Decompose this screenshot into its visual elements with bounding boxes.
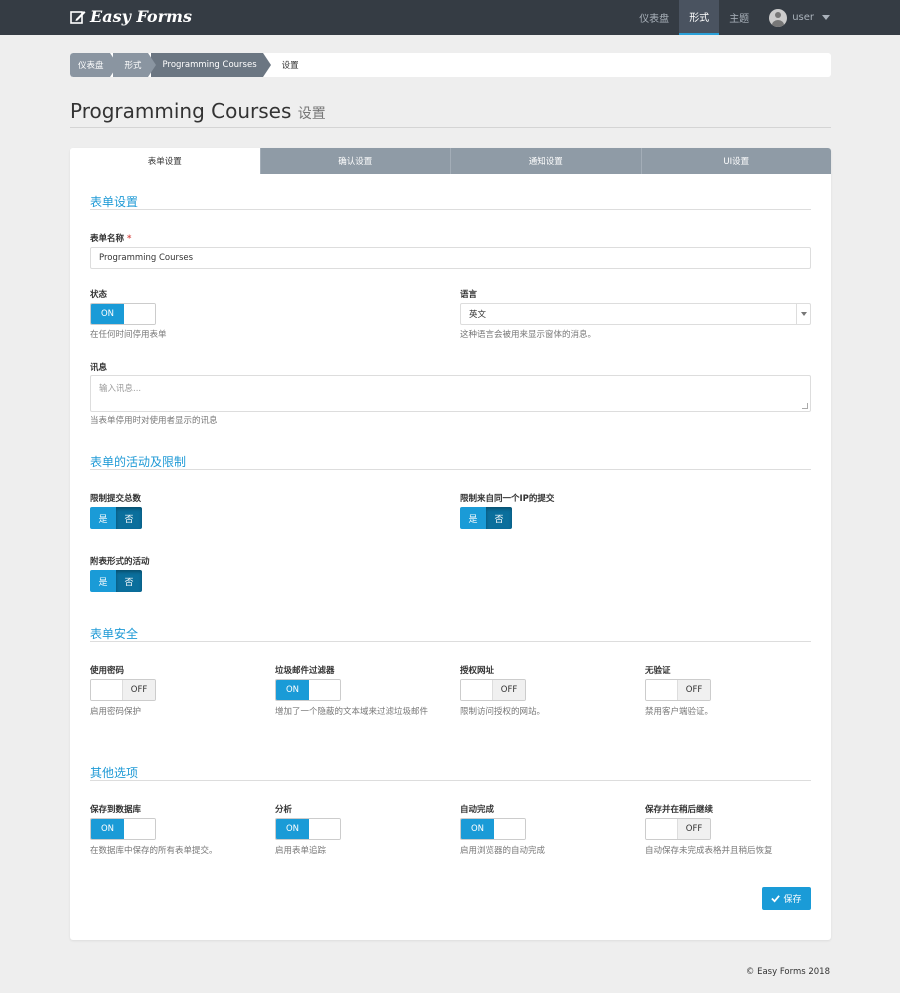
top-navbar: Easy Forms 仪表盘 形式 主题 user xyxy=(0,0,900,35)
caret-down-icon xyxy=(822,15,830,20)
limit-total-label: 限制提交总数 xyxy=(90,494,142,504)
switch-off-label: OFF xyxy=(677,819,710,839)
password-label: 使用密码 xyxy=(90,666,125,676)
brand-name: Easy Forms xyxy=(90,7,192,26)
no-button[interactable]: 否 xyxy=(486,507,512,529)
language-value: 英文 xyxy=(469,310,487,320)
message-label: 讯息 xyxy=(90,363,108,373)
switch-off-label: OFF xyxy=(677,680,710,700)
schedule-label: 附表形式的活动 xyxy=(90,557,150,567)
no-button[interactable]: 否 xyxy=(116,507,142,529)
limit-ip-label: 限制来自同一个IP的提交 xyxy=(460,494,555,504)
limit-ip-toggle: 是 否 xyxy=(460,507,512,529)
breadcrumb-dashboard[interactable]: 仪表盘 xyxy=(70,53,117,77)
tab-form-settings[interactable]: 表单设置 xyxy=(70,148,260,174)
tab-notification-settings[interactable]: 通知设置 xyxy=(450,148,641,174)
footer-copyright: © Easy Forms 2018 xyxy=(745,967,830,977)
section-form-settings: 表单设置 xyxy=(90,195,139,209)
breadcrumb: 仪表盘 形式 Programming Courses 设置 xyxy=(70,53,831,77)
spam-filter-label: 垃圾邮件过滤器 xyxy=(275,666,335,676)
section-activity: 表单的活动及限制 xyxy=(90,455,187,469)
section-other-options: 其他选项 xyxy=(90,766,139,780)
section-divider xyxy=(90,469,811,470)
breadcrumb-forms[interactable]: 形式 xyxy=(112,53,156,77)
nav-themes[interactable]: 主题 xyxy=(719,0,759,35)
switch-on-label: ON xyxy=(91,304,124,324)
user-menu[interactable]: user xyxy=(759,0,900,35)
required-marker: * xyxy=(126,234,132,244)
section-divider xyxy=(90,209,811,210)
tab-ui-settings[interactable]: UI设置 xyxy=(640,148,831,174)
analytics-switch[interactable]: ON xyxy=(275,818,341,840)
save-db-label: 保存到数据库 xyxy=(90,805,142,815)
yes-button[interactable]: 是 xyxy=(460,507,486,529)
nav-forms[interactable]: 形式 xyxy=(679,0,720,35)
switch-off-label: OFF xyxy=(492,680,525,700)
yes-button[interactable]: 是 xyxy=(90,507,116,529)
password-help: 启用密码保护 xyxy=(90,707,142,717)
page-title-text: Programming Courses xyxy=(70,99,292,123)
settings-panel: 表单设置 确认设置 通知设置 UI设置 表单设置 表单名称 * Programm… xyxy=(70,148,831,940)
form-name-label: 表单名称 * xyxy=(90,234,132,244)
autocomplete-help: 启用浏览器的自动完成 xyxy=(460,846,546,856)
switch-on-label: ON xyxy=(91,819,124,839)
yes-button[interactable]: 是 xyxy=(90,570,116,592)
brand-logo[interactable]: Easy Forms xyxy=(70,7,192,26)
save-db-switch[interactable]: ON xyxy=(90,818,156,840)
status-help: 在任何时间停用表单 xyxy=(90,330,167,340)
schedule-toggle: 是 否 xyxy=(90,570,142,592)
status-switch[interactable]: ON xyxy=(90,303,156,325)
section-divider xyxy=(90,780,811,781)
analytics-help: 启用表单追踪 xyxy=(275,846,327,856)
avatar xyxy=(769,8,788,27)
novalidate-label: 无验证 xyxy=(645,666,671,676)
title-divider xyxy=(70,127,831,128)
save-button-label: 保存 xyxy=(783,895,802,905)
status-label: 状态 xyxy=(90,290,108,300)
spam-filter-help: 增加了一个隐蔽的文本域来过滤垃圾邮件 xyxy=(275,707,429,717)
switch-on-label: ON xyxy=(276,680,309,700)
limit-total-toggle: 是 否 xyxy=(90,507,142,529)
switch-on-label: ON xyxy=(461,819,494,839)
language-select[interactable]: 英文 xyxy=(460,303,811,325)
section-divider xyxy=(90,641,811,642)
no-button[interactable]: 否 xyxy=(116,570,142,592)
section-security: 表单安全 xyxy=(90,627,139,641)
switch-off-label: OFF xyxy=(122,680,155,700)
authorized-urls-label: 授权网址 xyxy=(460,666,495,676)
spam-filter-switch[interactable]: ON xyxy=(275,679,341,701)
password-switch[interactable]: OFF xyxy=(90,679,156,701)
page-title: Programming Courses 设置 xyxy=(70,99,326,123)
save-db-help: 在数据库中保存的所有表单提交。 xyxy=(90,846,218,856)
autocomplete-switch[interactable]: ON xyxy=(460,818,526,840)
message-help: 当表单停用时对使用者显示的讯息 xyxy=(90,416,218,426)
resize-grip-icon[interactable] xyxy=(802,403,808,409)
resume-later-label: 保存并在稍后继续 xyxy=(645,805,714,815)
switch-on-label: ON xyxy=(276,819,309,839)
novalidate-switch[interactable]: OFF xyxy=(645,679,711,701)
language-label: 语言 xyxy=(460,290,478,300)
save-button[interactable]: 保存 xyxy=(762,887,811,910)
novalidate-help: 禁用客户端验证。 xyxy=(645,707,714,717)
language-help: 这种语言会被用来显示窗体的消息。 xyxy=(460,330,597,340)
authorized-urls-help: 限制访问授权的网站。 xyxy=(460,707,546,717)
form-name-input[interactable]: Programming Courses xyxy=(90,247,811,269)
check-icon xyxy=(771,895,781,903)
resume-later-switch[interactable]: OFF xyxy=(645,818,711,840)
page-subtitle: 设置 xyxy=(297,106,326,122)
chevron-down-icon xyxy=(796,304,810,324)
message-textarea[interactable]: 输入讯息... xyxy=(90,375,811,412)
message-placeholder: 输入讯息... xyxy=(99,384,142,394)
autocomplete-label: 自动完成 xyxy=(460,805,495,815)
user-name: user xyxy=(792,12,814,23)
settings-tabs: 表单设置 确认设置 通知设置 UI设置 xyxy=(70,148,831,174)
breadcrumb-form-name[interactable]: Programming Courses xyxy=(150,53,271,77)
tab-confirmation-settings[interactable]: 确认设置 xyxy=(259,148,450,174)
edit-icon xyxy=(70,10,86,24)
analytics-label: 分析 xyxy=(275,805,293,815)
resume-later-help: 自动保存未完成表格并且稍后恢复 xyxy=(645,846,773,856)
nav-dashboard[interactable]: 仪表盘 xyxy=(629,0,679,35)
authorized-urls-switch[interactable]: OFF xyxy=(460,679,526,701)
